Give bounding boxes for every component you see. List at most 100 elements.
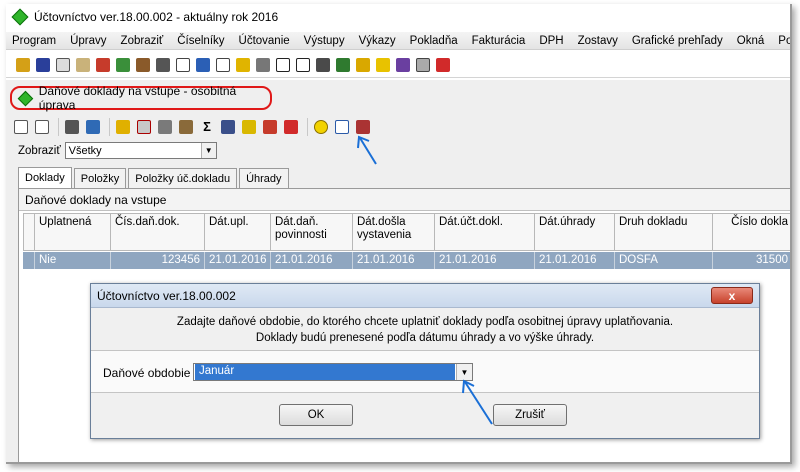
col-dat-dan-povinnosti[interactable]: Dát.daň. povinnosti	[271, 213, 353, 251]
graph-icon[interactable]	[396, 57, 410, 72]
tab-uhrady[interactable]: Úhrady	[239, 168, 289, 188]
chart-icon[interactable]	[236, 57, 250, 72]
info-icon[interactable]	[314, 120, 328, 134]
menu-zostavy[interactable]: Zostavy	[578, 35, 618, 47]
hand-icon[interactable]	[76, 57, 90, 72]
tools2-icon[interactable]	[156, 57, 170, 72]
export-icon[interactable]	[416, 57, 430, 72]
subwindow-title: Daňové doklady na vstupe - osobitná úpra…	[38, 84, 237, 112]
menu-dph[interactable]: DPH	[539, 35, 563, 47]
document-icon[interactable]	[176, 57, 190, 72]
ok-button[interactable]: OK	[279, 404, 353, 426]
lock-icon[interactable]	[36, 57, 50, 72]
toolbar-separator	[58, 118, 59, 136]
first-record-icon[interactable]	[14, 120, 28, 134]
menu-uctovanie[interactable]: Účtovanie	[239, 35, 290, 47]
cube-icon[interactable]	[221, 120, 235, 134]
menu-zobrazit[interactable]: Zobraziť	[121, 35, 164, 47]
period-label: Daňové obdobie	[103, 366, 191, 380]
columns-icon[interactable]	[216, 57, 230, 72]
table-row[interactable]: Nie 123456 21.01.2016 21.01.2016 21.01.2…	[23, 252, 790, 269]
col-uplatnena[interactable]: Uplatnená	[35, 213, 111, 251]
print-icon[interactable]	[316, 57, 330, 72]
menu-upravy[interactable]: Úpravy	[70, 35, 106, 47]
calculator-icon[interactable]	[96, 57, 110, 72]
period-select[interactable]: Január ▼	[193, 363, 473, 381]
mail-icon[interactable]	[56, 57, 70, 72]
dialog-message-line1: Zadajte daňové obdobie, do ktorého chcet…	[176, 316, 674, 328]
grid-icon[interactable]	[276, 57, 290, 72]
table-icon[interactable]	[296, 57, 310, 72]
menu-ciselniky[interactable]: Číselníky	[177, 35, 224, 47]
percent-icon[interactable]	[256, 57, 270, 72]
col-dat-dosla-vystavenia[interactable]: Dát.došla vystavenia	[353, 213, 435, 251]
panel-title: Daňové doklady na vstupe	[19, 189, 790, 211]
cell-cislo-dokladu: 31500	[713, 252, 790, 269]
preview-icon[interactable]	[86, 120, 100, 134]
tools-icon[interactable]	[136, 57, 150, 72]
windows-icon[interactable]	[436, 57, 450, 72]
toolbar-separator	[109, 118, 110, 136]
chevron-down-icon[interactable]: ▼	[200, 143, 216, 158]
app-logo-icon	[11, 8, 29, 26]
lamp-icon[interactable]	[16, 57, 30, 72]
cancel-button[interactable]: Zrušiť	[493, 404, 567, 426]
tab-strip: Doklady Položky Položky úč.dokladu Úhrad…	[18, 166, 291, 189]
calendar-icon[interactable]	[242, 120, 256, 134]
subwindow-title-highlight: Daňové doklady na vstupe - osobitná úpra…	[10, 84, 272, 112]
cell-uplatnena: Nie	[35, 252, 111, 269]
tag-icon[interactable]	[179, 120, 193, 134]
main-toolbar	[6, 52, 790, 78]
subwindow-logo-icon	[17, 90, 34, 106]
cell-dat-uhrady: 21.01.2016	[535, 252, 615, 269]
chevron-down-icon[interactable]: ▼	[456, 364, 472, 380]
filter-row: Zobraziť Všetky ▼	[18, 142, 217, 159]
print-icon[interactable]	[65, 120, 79, 134]
period-value: Január	[195, 364, 455, 380]
menu-okna[interactable]: Okná	[737, 35, 765, 47]
row-indicator	[23, 252, 35, 269]
tab-polozky-uc-dokladu[interactable]: Položky úč.dokladu	[128, 168, 238, 188]
report-icon[interactable]	[376, 57, 390, 72]
close-icon[interactable]: x	[711, 287, 753, 304]
folder-icon[interactable]	[356, 57, 370, 72]
menu-vystupy[interactable]: Výstupy	[304, 35, 345, 47]
flag-icon[interactable]	[263, 120, 277, 134]
claim-documents-icon[interactable]	[335, 120, 349, 134]
filter-value: Všetky	[68, 144, 102, 157]
menu-pomoc[interactable]: Pomo	[778, 35, 790, 47]
col-dat-uct-dokl[interactable]: Dát.účt.dokl.	[435, 213, 535, 251]
filter-select[interactable]: Všetky ▼	[64, 142, 217, 159]
grid-header: Uplatnená Čís.daň.dok. Dát.upl. Dát.daň.…	[23, 213, 790, 251]
menu-pokladna[interactable]: Pokladňa	[410, 35, 458, 47]
header-indicator	[23, 213, 35, 251]
last-record-icon[interactable]	[35, 120, 49, 134]
tab-polozky[interactable]: Položky	[73, 168, 127, 188]
col-dat-upl[interactable]: Dát.upl.	[205, 213, 271, 251]
period-dialog: Účtovníctvo ver.18.00.002 x Zadajte daňo…	[90, 283, 760, 439]
red-green-icon[interactable]	[284, 120, 298, 134]
menu-bar: Program Úpravy Zobraziť Číselníky Účtova…	[6, 32, 790, 50]
menu-graficke-prehlady[interactable]: Grafické prehľady	[632, 35, 723, 47]
sub-toolbar: Σ	[14, 116, 377, 138]
tab-doklady[interactable]: Doklady	[18, 167, 72, 189]
books-icon[interactable]	[116, 57, 130, 72]
filter-off-icon[interactable]	[137, 120, 151, 134]
delete-icon[interactable]	[356, 120, 370, 134]
menu-fakturacia[interactable]: Fakturácia	[472, 35, 526, 47]
col-cis-dan-dok[interactable]: Čís.daň.dok.	[111, 213, 205, 251]
cell-dat-dosla-vystavenia: 21.01.2016	[353, 252, 435, 269]
col-cislo-dokladu[interactable]: Číslo dokla	[713, 213, 790, 251]
menu-program[interactable]: Program	[12, 35, 56, 47]
search-icon[interactable]	[158, 120, 172, 134]
filter-icon[interactable]	[116, 120, 130, 134]
cell-druh-dokladu: DOSFA	[615, 252, 713, 269]
menu-vykazy[interactable]: Výkazy	[359, 35, 396, 47]
sum-icon[interactable]: Σ	[200, 120, 214, 134]
col-druh-dokladu[interactable]: Druh dokladu	[615, 213, 713, 251]
calc2-icon[interactable]	[336, 57, 350, 72]
dialog-title: Účtovníctvo ver.18.00.002	[97, 288, 236, 303]
users-icon[interactable]	[196, 57, 210, 72]
period-field-area: Daňové obdobie Január ▼	[91, 351, 759, 393]
col-dat-uhrady[interactable]: Dát.úhrady	[535, 213, 615, 251]
